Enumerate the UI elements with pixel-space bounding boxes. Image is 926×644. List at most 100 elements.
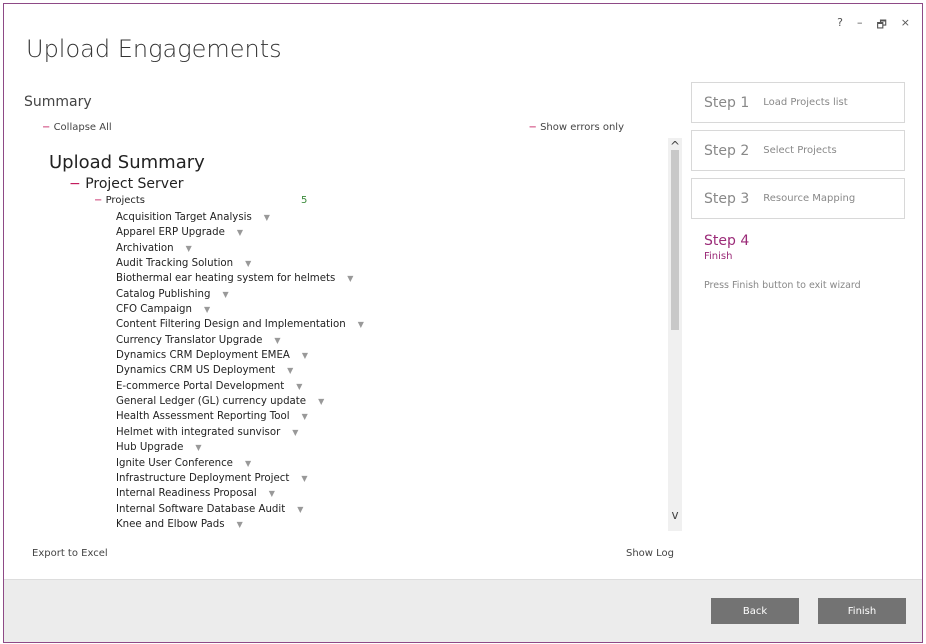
project-name: Dynamics CRM Deployment EMEA xyxy=(116,350,290,362)
project-name: General Ledger (GL) currency update xyxy=(116,396,307,408)
expand-caret-icon[interactable]: ▼ xyxy=(301,474,307,483)
project-name: Knee and Elbow Pads xyxy=(116,518,225,530)
collapse-node-icon: − xyxy=(69,176,81,192)
project-item[interactable]: Helmet with integrated sunvisor ▼ xyxy=(116,425,364,440)
project-name: Acquisition Target Analysis xyxy=(116,212,252,223)
expand-caret-icon[interactable]: ▼ xyxy=(237,520,243,529)
project-name: Health Assessment Reporting Tool xyxy=(116,411,290,423)
project-item[interactable]: Ignite User Conference ▼ xyxy=(116,456,364,471)
step-label: Load Projects list xyxy=(763,97,848,108)
project-name: Internal Software Database Audit xyxy=(116,503,286,515)
step-4-current: Step 4 Finish Press Finish button to exi… xyxy=(691,233,905,291)
export-to-excel-link[interactable]: Export to Excel xyxy=(32,548,108,559)
expand-caret-icon[interactable]: ▼ xyxy=(302,351,308,360)
expand-caret-icon[interactable]: ▼ xyxy=(287,366,293,375)
expand-caret-icon[interactable]: ▼ xyxy=(296,382,302,391)
project-item[interactable]: Archivation ▼ xyxy=(116,241,364,256)
close-icon[interactable]: × xyxy=(901,16,910,35)
scroll-thumb[interactable] xyxy=(671,150,679,330)
back-button[interactable]: Back xyxy=(711,598,799,624)
project-item[interactable]: Internal Software Database Audit ▼ xyxy=(116,502,364,517)
expand-caret-icon[interactable]: ▼ xyxy=(204,305,210,314)
expand-caret-icon[interactable]: ▼ xyxy=(297,505,303,514)
step-2: Step 2 Select Projects xyxy=(691,130,905,171)
collapse-all-button[interactable]: − Collapse All xyxy=(42,122,112,133)
step-number: Step 3 xyxy=(704,190,750,207)
project-name: Biothermal ear heating system for helmet… xyxy=(116,273,336,285)
step-1: Step 1 Load Projects list xyxy=(691,82,905,123)
window-controls: ? – 🗗 × xyxy=(837,16,910,35)
minimize-icon[interactable]: – xyxy=(857,16,863,35)
project-name: Apparel ERP Upgrade xyxy=(116,227,225,239)
step-label: Select Projects xyxy=(763,145,837,156)
expand-caret-icon[interactable]: ▼ xyxy=(302,412,308,421)
projects-count: 5 xyxy=(301,195,308,206)
summary-title: Summary xyxy=(24,94,92,110)
project-item[interactable]: General Ledger (GL) currency update ▼ xyxy=(116,394,364,409)
expand-caret-icon[interactable]: ▼ xyxy=(195,443,201,452)
project-item[interactable]: Apparel ERP Upgrade ▼ xyxy=(116,225,364,240)
current-step-label: Finish xyxy=(704,251,733,262)
project-name: Currency Translator Upgrade xyxy=(116,334,263,346)
show-errors-label: Show errors only xyxy=(540,122,624,133)
project-name: Catalog Publishing xyxy=(116,288,211,300)
project-item[interactable]: Content Filtering Design and Implementat… xyxy=(116,317,364,332)
projects-label: Projects xyxy=(105,195,146,206)
expand-caret-icon[interactable]: ▼ xyxy=(269,489,275,498)
project-server-label: Project Server xyxy=(85,176,184,192)
projects-node[interactable]: − Projects xyxy=(94,195,145,206)
step-3: Step 3 Resource Mapping xyxy=(691,178,905,219)
collapse-icon: − xyxy=(42,122,51,133)
project-item[interactable]: Audit Tracking Solution ▼ xyxy=(116,256,364,271)
project-item[interactable]: Currency Translator Upgrade ▼ xyxy=(116,333,364,348)
step-number: Step 1 xyxy=(704,94,750,111)
project-item[interactable]: E-commerce Portal Development ▼ xyxy=(116,379,364,394)
project-name: CFO Campaign xyxy=(116,304,192,316)
project-item[interactable]: Dynamics CRM US Deployment ▼ xyxy=(116,363,364,378)
help-icon[interactable]: ? xyxy=(837,16,843,35)
project-name: E-commerce Portal Development xyxy=(116,380,285,392)
expand-caret-icon[interactable]: ▼ xyxy=(245,259,251,268)
expand-caret-icon[interactable]: ▼ xyxy=(237,228,243,237)
project-server-node[interactable]: − Project Server xyxy=(69,176,183,192)
expand-caret-icon[interactable]: ▼ xyxy=(347,274,353,283)
project-item[interactable]: CFO Campaign ▼ xyxy=(116,302,364,317)
show-log-link[interactable]: Show Log xyxy=(626,548,674,559)
page-title: Upload Engagements xyxy=(26,35,282,63)
expand-caret-icon[interactable]: ▼ xyxy=(186,244,192,253)
project-item[interactable]: Dynamics CRM Deployment EMEA ▼ xyxy=(116,348,364,363)
finish-button[interactable]: Finish xyxy=(818,598,906,624)
expand-caret-icon[interactable]: ▼ xyxy=(222,290,228,299)
collapse-node-icon: − xyxy=(94,195,103,206)
chevron-down-icon[interactable]: v xyxy=(668,507,682,523)
scrollbar[interactable]: ^ v xyxy=(668,138,682,531)
project-name: Ignite User Conference xyxy=(116,457,233,469)
expand-caret-icon[interactable]: ▼ xyxy=(292,428,298,437)
step-number: Step 2 xyxy=(704,142,750,159)
project-item[interactable]: Hub Upgrade ▼ xyxy=(116,440,364,455)
project-item[interactable]: Infrastructure Deployment Project ▼ xyxy=(116,471,364,486)
project-name: Infrastructure Deployment Project xyxy=(116,472,290,484)
show-errors-toggle[interactable]: − Show errors only xyxy=(529,122,625,133)
expand-caret-icon[interactable]: ▼ xyxy=(245,459,251,468)
project-name: Dynamics CRM US Deployment xyxy=(116,365,276,377)
project-name: Hub Upgrade xyxy=(116,442,184,454)
project-item[interactable]: Acquisition Target Analysis ▼ xyxy=(116,210,364,225)
project-name: Audit Tracking Solution xyxy=(116,258,234,270)
project-item[interactable]: Biothermal ear heating system for helmet… xyxy=(116,271,364,286)
expand-caret-icon[interactable]: ▼ xyxy=(264,213,270,222)
projects-list: Acquisition Target Analysis ▼ Apparel ERP … xyxy=(116,210,364,531)
restore-icon[interactable]: 🗗 xyxy=(876,16,886,35)
project-item[interactable]: Knee and Elbow Pads ▼ xyxy=(116,517,364,531)
project-name: Archivation xyxy=(116,242,174,254)
summary-panel: Summary − Collapse All − Show errors onl… xyxy=(24,94,684,554)
expand-caret-icon[interactable]: ▼ xyxy=(274,336,280,345)
project-item[interactable]: Internal Readiness Proposal ▼ xyxy=(116,486,364,501)
expand-caret-icon[interactable]: ▼ xyxy=(358,320,364,329)
project-item[interactable]: Catalog Publishing ▼ xyxy=(116,287,364,302)
current-step-number: Step 4 xyxy=(704,233,750,249)
expand-caret-icon[interactable]: ▼ xyxy=(318,397,324,406)
wizard-window: ? – 🗗 × Upload Engagements Summary − Col… xyxy=(3,3,923,643)
step-label: Resource Mapping xyxy=(763,193,856,204)
project-item[interactable]: Health Assessment Reporting Tool ▼ xyxy=(116,409,364,424)
